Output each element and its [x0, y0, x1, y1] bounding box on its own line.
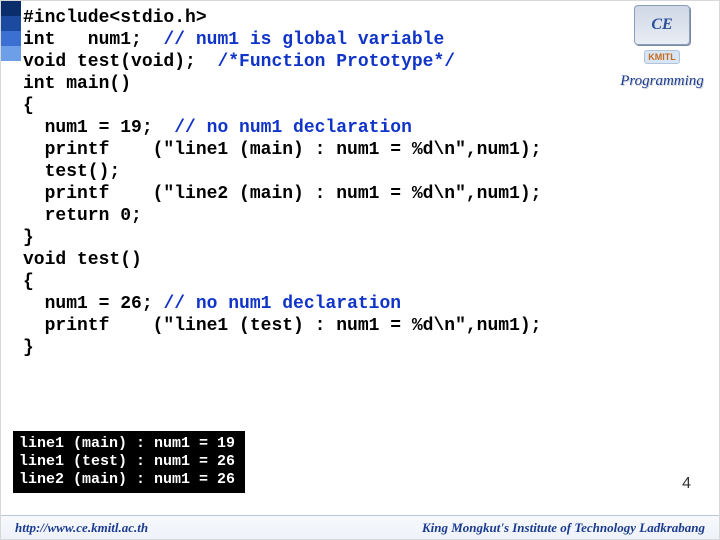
logo-ce-icon: CE [634, 5, 690, 45]
output-line: line2 (main) : num1 = 26 [19, 471, 235, 488]
code-line: return 0; [23, 206, 142, 226]
code-line: #include<stdio.h> [23, 8, 207, 28]
code-line: printf ("line2 (main) : num1 = %d\n",num… [23, 184, 541, 204]
code-line: { [23, 96, 34, 116]
code-line: num1 = 19; [23, 118, 174, 138]
code-line: { [23, 272, 34, 292]
page-number: 4 [682, 475, 691, 493]
code-comment: // no num1 declaration [163, 294, 401, 314]
code-line: printf ("line1 (test) : num1 = %d\n",num… [23, 316, 541, 336]
code-line: int num1; [23, 30, 163, 50]
output-line: line1 (test) : num1 = 26 [19, 453, 235, 470]
code-line: test(); [23, 162, 120, 182]
code-line: num1 = 26; [23, 294, 163, 314]
footer-url: http://www.ce.kmitl.ac.th [15, 520, 148, 536]
code-line: } [23, 338, 34, 358]
code-line: printf ("line1 (main) : num1 = %d\n",num… [23, 140, 541, 160]
code-block: #include<stdio.h> int num1; // num1 is g… [23, 7, 541, 359]
footer: http://www.ce.kmitl.ac.th King Mongkut's… [1, 515, 719, 539]
code-line: } [23, 228, 34, 248]
code-comment: /*Function Prototype*/ [217, 52, 455, 72]
logo-programming-label: Programming [617, 73, 707, 90]
logo-kmitl-label: KMITL [644, 50, 680, 64]
code-comment: // no num1 declaration [174, 118, 412, 138]
console-output: line1 (main) : num1 = 19 line1 (test) : … [13, 431, 245, 493]
code-comment: // num1 is global variable [163, 30, 444, 50]
code-line: void test() [23, 250, 142, 270]
logo-block: CE KMITL Programming [617, 5, 707, 90]
output-line: line1 (main) : num1 = 19 [19, 435, 235, 452]
slide: CE KMITL Programming #include<stdio.h> i… [0, 0, 720, 540]
code-line: int main() [23, 74, 131, 94]
header-stripe [1, 1, 21, 61]
footer-institution: King Mongkut's Institute of Technology L… [422, 520, 705, 536]
code-line: void test(void); [23, 52, 217, 72]
